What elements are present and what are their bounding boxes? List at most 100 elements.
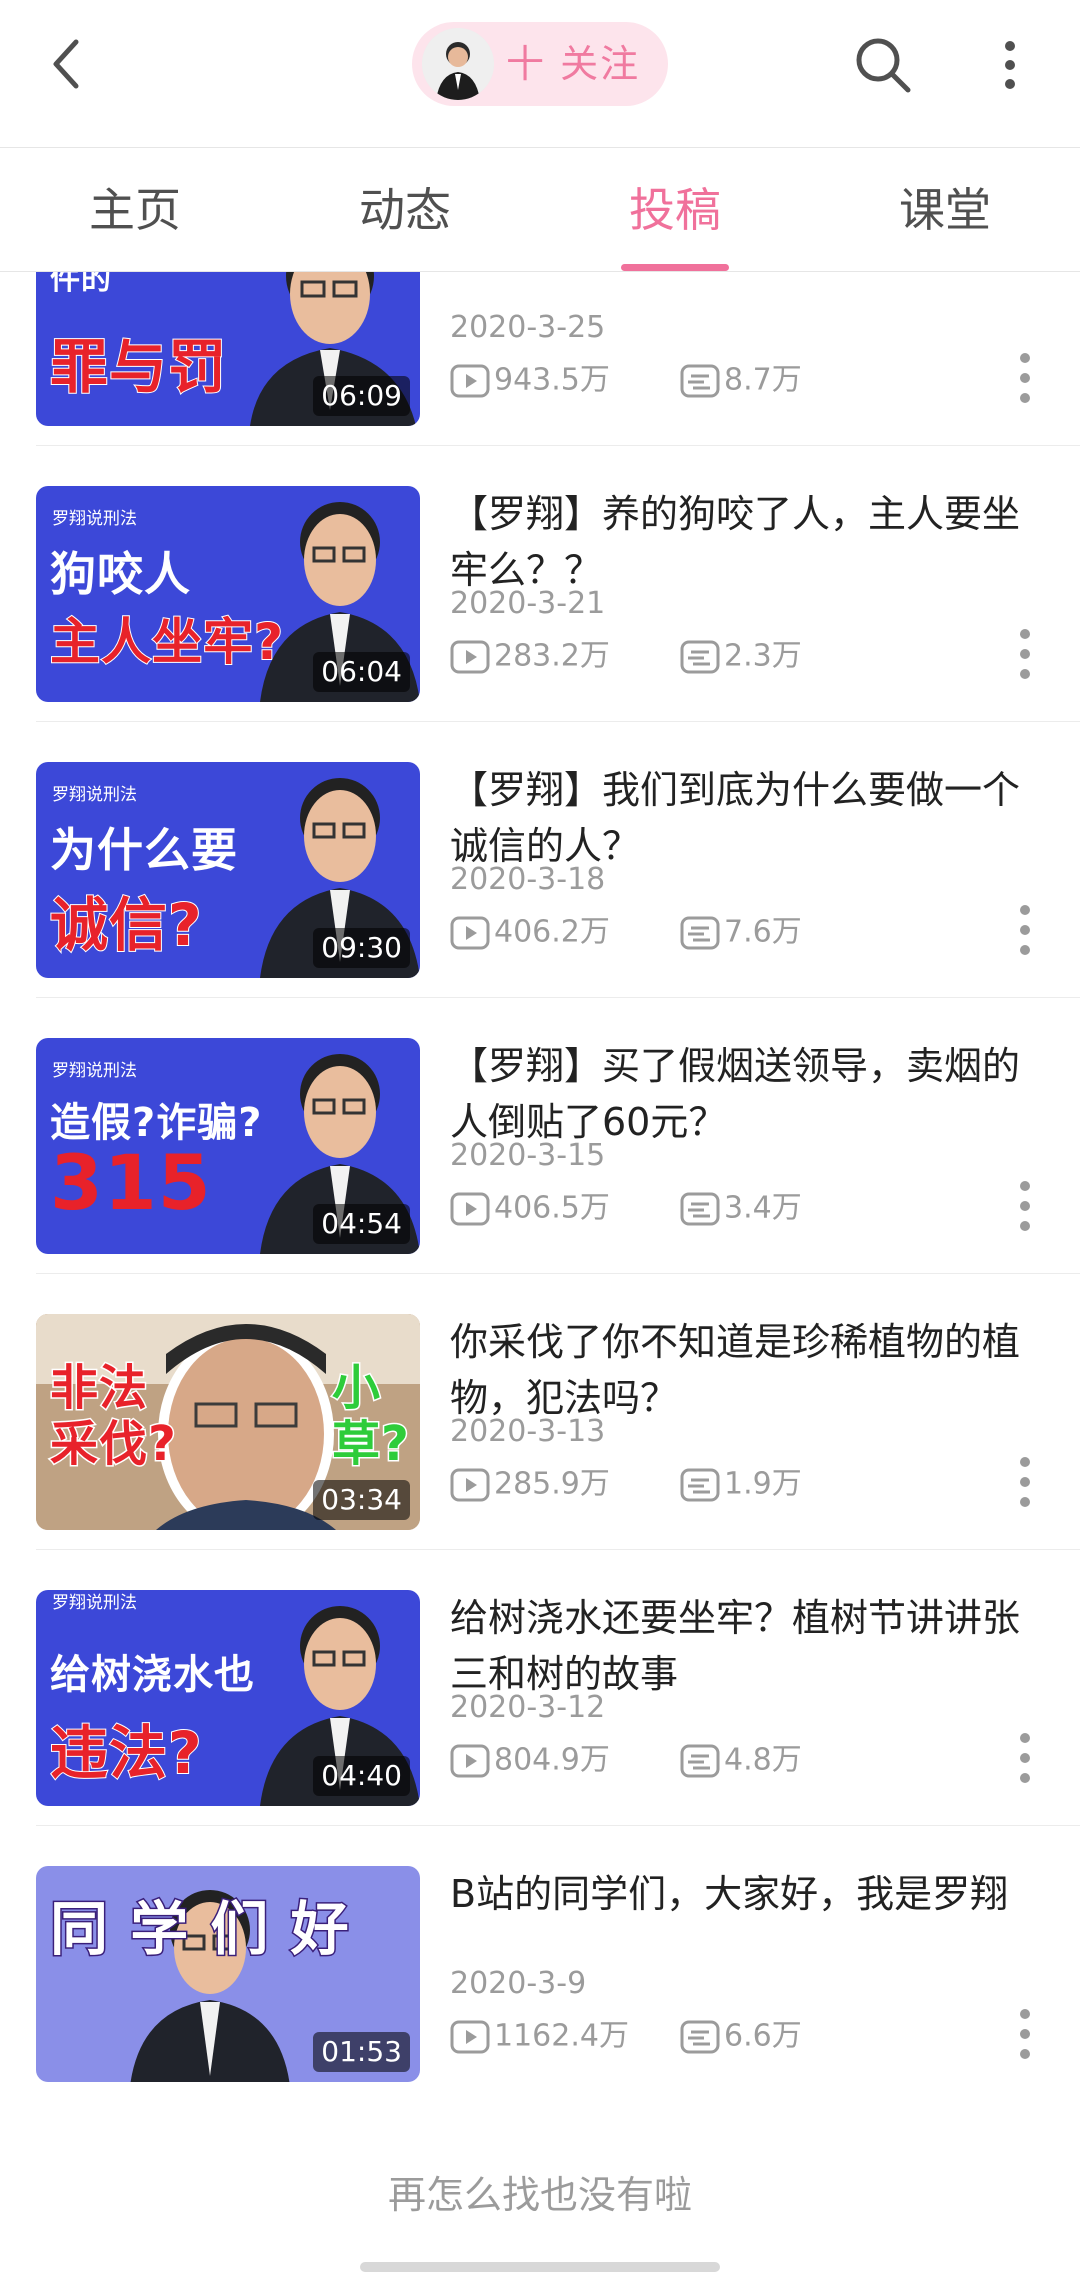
tab-classroom[interactable]: 课堂 bbox=[810, 148, 1080, 272]
video-item[interactable]: 同 学 们 好 01:53 B站的同学们，大家好，我是罗翔 2020-3-9 1… bbox=[0, 1826, 1080, 2102]
upload-date: 2020-3-9 bbox=[450, 1966, 587, 2001]
top-bar: 十 关注 bbox=[0, 0, 1080, 148]
upload-date: 2020-3-13 bbox=[450, 1414, 606, 1449]
duration-badge: 04:54 bbox=[313, 1204, 410, 1244]
play-count: 285.9万 bbox=[450, 1464, 610, 1504]
video-title[interactable]: 【罗翔】买了假烟送领导，卖烟的人倒贴了60元？ bbox=[450, 1038, 1040, 1150]
danmaku-icon bbox=[680, 916, 720, 949]
avatar[interactable] bbox=[422, 28, 494, 100]
video-title[interactable]: 你采伐了你不知道是珍稀植物的植物，犯法吗？ bbox=[450, 1314, 1040, 1426]
duration-badge: 09:30 bbox=[313, 928, 410, 968]
duration-badge: 01:53 bbox=[313, 2032, 410, 2072]
thumbnail-headline: 315 bbox=[50, 1138, 212, 1227]
thumbnail-headline: 违法? bbox=[49, 1718, 203, 1788]
danmaku-count: 7.6万 bbox=[680, 912, 802, 952]
video-thumbnail[interactable]: 非法 采伐? 小 草? 03:34 bbox=[36, 1314, 420, 1530]
thumbnail-caption: 非法 采伐? bbox=[49, 1359, 178, 1474]
video-thumbnail[interactable]: 韩国N号房 事件的 罪与罚 06:09 bbox=[36, 272, 420, 426]
video-title[interactable]: 【罗翔】我们到底为什么要做一个诚信的人？ bbox=[450, 762, 1040, 874]
follow-button[interactable]: 十 关注 bbox=[412, 22, 668, 106]
thumbnail-tag: 罗翔说刑法 bbox=[52, 509, 137, 529]
danmaku-count: 1.9万 bbox=[680, 1464, 802, 1504]
back-button[interactable] bbox=[40, 34, 100, 94]
danmaku-icon bbox=[680, 1192, 720, 1225]
play-count: 1162.4万 bbox=[450, 2016, 629, 2056]
video-thumbnail[interactable]: 同 学 们 好 01:53 bbox=[36, 1866, 420, 2082]
play-count-icon bbox=[450, 916, 490, 949]
item-more-icon[interactable] bbox=[1012, 1454, 1038, 1510]
danmaku-count: 2.3万 bbox=[680, 636, 802, 676]
video-thumbnail[interactable]: 罗翔说刑法 造假?诈骗? 315 04:54 bbox=[36, 1038, 420, 1254]
danmaku-icon bbox=[680, 364, 720, 397]
duration-badge: 03:34 bbox=[313, 1480, 410, 1520]
item-more-icon[interactable] bbox=[1012, 626, 1038, 682]
upload-date: 2020-3-25 bbox=[450, 310, 606, 345]
upload-date: 2020-3-15 bbox=[450, 1138, 606, 1173]
danmaku-icon bbox=[680, 1468, 720, 1501]
back-arrow-icon bbox=[53, 39, 79, 89]
thumbnail-headline: 诚信? bbox=[49, 890, 203, 960]
thumbnail-headline: 罪与罚 bbox=[49, 332, 228, 402]
active-tab-indicator bbox=[621, 264, 729, 271]
danmaku-icon bbox=[680, 640, 720, 673]
thumbnail-headline: 小 草? bbox=[331, 1359, 411, 1474]
video-title[interactable]: B站的同学们，大家好，我是罗翔 bbox=[450, 1866, 1040, 1922]
thumbnail-caption: 为什么要 bbox=[50, 823, 238, 877]
danmaku-count: 4.8万 bbox=[680, 1740, 802, 1780]
item-more-icon[interactable] bbox=[1012, 1730, 1038, 1786]
danmaku-icon bbox=[680, 2020, 720, 2053]
upload-date: 2020-3-18 bbox=[450, 862, 606, 897]
video-list[interactable]: 韩国N号房 事件的 罪与罚 06:09 2020-3-25 943.5万 8.7… bbox=[0, 272, 1080, 2152]
play-count: 283.2万 bbox=[450, 636, 610, 676]
play-count-icon bbox=[450, 1468, 490, 1501]
search-button[interactable] bbox=[850, 32, 916, 98]
play-count: 406.5万 bbox=[450, 1188, 610, 1228]
follow-label: 十 关注 bbox=[506, 42, 641, 86]
thumbnail-caption: 同 学 们 好 bbox=[49, 1894, 351, 1965]
item-more-icon[interactable] bbox=[1012, 1178, 1038, 1234]
thumbnail-caption: 狗咬人 bbox=[50, 547, 191, 601]
video-title[interactable]: 给树浇水还要坐牢？植树节讲讲张三和树的故事 bbox=[450, 1590, 1040, 1702]
upload-date: 2020-3-12 bbox=[450, 1690, 606, 1725]
item-more-icon[interactable] bbox=[1012, 902, 1038, 958]
more-vertical-icon bbox=[1005, 41, 1015, 89]
profile-tabs: 主页 动态 投稿 课堂 bbox=[0, 148, 1080, 272]
duration-badge: 06:04 bbox=[313, 652, 410, 692]
thumbnail-tag: 罗翔说刑法 bbox=[52, 1593, 137, 1613]
video-thumbnail[interactable]: 罗翔说刑法 为什么要 诚信? 09:30 bbox=[36, 762, 420, 978]
play-count-icon bbox=[450, 640, 490, 673]
end-of-list-text: 再怎么找也没有啦 bbox=[387, 2173, 692, 2217]
play-count-icon bbox=[450, 1192, 490, 1225]
thumbnail-tag: 罗翔说刑法 bbox=[52, 785, 137, 805]
video-item[interactable]: 罗翔说刑法 狗咬人 主人坐牢? 06:04 【罗翔】养的狗咬了人，主人要坐牢么？… bbox=[0, 446, 1080, 722]
video-item[interactable]: 罗翔说刑法 为什么要 诚信? 09:30 【罗翔】我们到底为什么要做一个诚信的人… bbox=[0, 722, 1080, 998]
item-more-icon[interactable] bbox=[1012, 2006, 1038, 2062]
play-count: 804.9万 bbox=[450, 1740, 610, 1780]
danmaku-count: 6.6万 bbox=[680, 2016, 802, 2056]
home-indicator[interactable] bbox=[360, 2262, 720, 2272]
danmaku-count: 3.4万 bbox=[680, 1188, 802, 1228]
tab-home[interactable]: 主页 bbox=[0, 148, 270, 272]
video-thumbnail[interactable]: 罗翔说刑法 给树浇水也 违法? 04:40 bbox=[36, 1590, 420, 1806]
upload-date: 2020-3-21 bbox=[450, 586, 606, 621]
play-count-icon bbox=[450, 1744, 490, 1777]
play-count-icon bbox=[450, 2020, 490, 2053]
play-count-icon bbox=[450, 364, 490, 397]
duration-badge: 04:40 bbox=[313, 1756, 410, 1796]
play-count: 406.2万 bbox=[450, 912, 610, 952]
tab-dynamics[interactable]: 动态 bbox=[270, 148, 540, 272]
video-item[interactable]: 罗翔说刑法 给树浇水也 违法? 04:40 给树浇水还要坐牢？植树节讲讲张三和树… bbox=[0, 1550, 1080, 1826]
video-thumbnail[interactable]: 罗翔说刑法 狗咬人 主人坐牢? 06:04 bbox=[36, 486, 420, 702]
video-item[interactable]: 韩国N号房 事件的 罪与罚 06:09 2020-3-25 943.5万 8.7… bbox=[0, 272, 1080, 446]
video-item[interactable]: 非法 采伐? 小 草? 03:34 你采伐了你不知道是珍稀植物的植物，犯法吗？ … bbox=[0, 1274, 1080, 1550]
search-icon bbox=[856, 38, 911, 93]
more-options-button[interactable] bbox=[990, 32, 1030, 98]
danmaku-count: 8.7万 bbox=[680, 360, 802, 400]
item-more-icon[interactable] bbox=[1012, 350, 1038, 406]
duration-badge: 06:09 bbox=[313, 376, 410, 416]
video-item[interactable]: 罗翔说刑法 造假?诈骗? 315 04:54 【罗翔】买了假烟送领导，卖烟的人倒… bbox=[0, 998, 1080, 1274]
thumbnail-tag: 罗翔说刑法 bbox=[52, 1061, 137, 1081]
tab-submissions[interactable]: 投稿 bbox=[540, 148, 810, 272]
play-count: 943.5万 bbox=[450, 360, 610, 400]
video-title[interactable]: 【罗翔】养的狗咬了人，主人要坐牢么？？ bbox=[450, 486, 1040, 598]
